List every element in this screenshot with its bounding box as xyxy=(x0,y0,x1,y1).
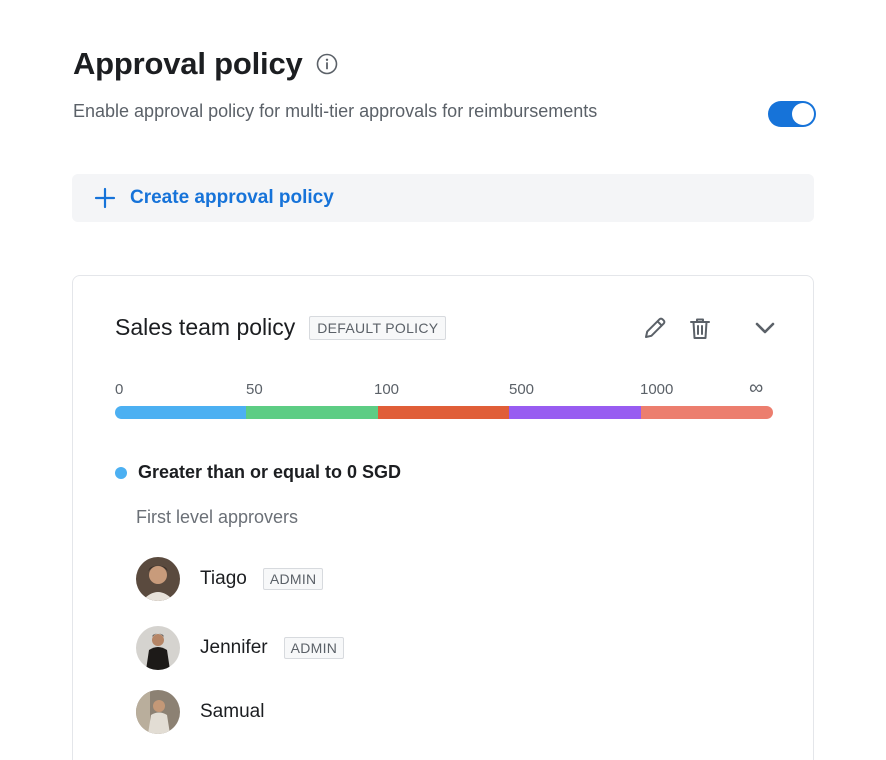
tier-bar xyxy=(115,406,773,419)
create-approval-policy-button[interactable]: Create approval policy xyxy=(72,174,814,222)
policy-description: Enable approval policy for multi-tier ap… xyxy=(73,101,598,121)
tier-label-500: 500 xyxy=(509,381,535,398)
tier-segment-4 xyxy=(509,406,641,419)
approver-name: Tiago xyxy=(200,568,247,589)
avatar xyxy=(136,626,180,670)
tier-scale: 0 50 100 500 1000 ∞ xyxy=(115,377,773,401)
policy-name: Sales team policy xyxy=(115,314,296,340)
trash-icon[interactable] xyxy=(686,314,714,342)
tier-label-100: 100 xyxy=(374,381,400,398)
create-approval-policy-label: Create approval policy xyxy=(130,187,334,208)
tier-segment-3 xyxy=(378,406,509,419)
title-row: Approval policy xyxy=(73,46,338,82)
infinity-label: ∞ xyxy=(749,377,764,399)
policy-card: Sales team policy DEFAULT POLICY 0 50 10… xyxy=(72,275,814,760)
info-icon[interactable] xyxy=(316,53,338,75)
range-dot xyxy=(115,466,127,479)
policy-card-header: Sales team policy DEFAULT POLICY xyxy=(115,314,447,341)
avatar xyxy=(136,690,180,734)
approvers-heading: First level approvers xyxy=(136,507,299,527)
tier-segment-2 xyxy=(246,406,378,419)
approver-name: Samual xyxy=(200,701,265,722)
approver-item: Samual xyxy=(136,690,264,734)
range-row: Greater than or equal to 0 SGD xyxy=(115,462,401,483)
tier-label-0: 0 xyxy=(115,381,124,398)
role-badge: ADMIN xyxy=(283,637,345,659)
enable-approval-toggle[interactable] xyxy=(768,101,816,127)
chevron-down-icon[interactable] xyxy=(751,314,779,342)
range-text: Greater than or equal to 0 SGD xyxy=(138,462,402,482)
toggle-knob xyxy=(792,103,814,125)
approver-item: Tiago ADMIN xyxy=(136,557,324,601)
tier-segment-5 xyxy=(641,406,773,419)
avatar xyxy=(136,557,180,601)
tier-segment-1 xyxy=(115,406,246,419)
default-policy-badge: DEFAULT POLICY xyxy=(309,315,447,340)
tier-label-1000: 1000 xyxy=(640,381,674,398)
approver-name: Jennifer xyxy=(200,637,268,658)
tier-label-50: 50 xyxy=(246,381,263,398)
role-badge: ADMIN xyxy=(262,568,324,590)
approver-item: Jennifer ADMIN xyxy=(136,626,345,670)
page-title: Approval policy xyxy=(73,46,303,81)
plus-icon xyxy=(94,187,116,209)
pencil-icon[interactable] xyxy=(641,314,669,342)
